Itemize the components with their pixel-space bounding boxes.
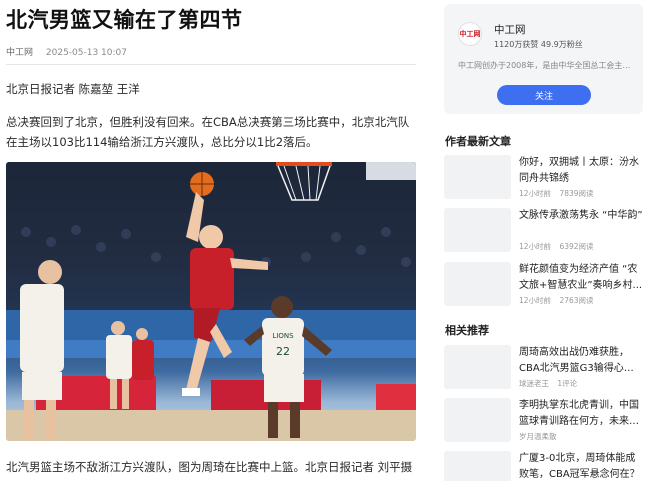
author-card: 中工网 中工网 1120万获赞 49.9万粉丝 中工网创办于2008年，是由中华… — [444, 4, 643, 114]
latest-article-item[interactable]: 鲜花颜值变为经济产值 “农文旅+智慧农业”奏响乡村... 12小时前 2763阅… — [444, 262, 644, 306]
article-date: 2025-05-13 10:07 — [45, 48, 127, 58]
author-avatar[interactable]: 中工网 — [458, 22, 482, 46]
article-thumbnail[interactable] — [444, 208, 511, 252]
latest-article-item[interactable]: 文脉传承激荡隽永 “中华韵” 12小时前 6392阅读 — [444, 208, 644, 252]
article-paragraph: 总决赛回到了北京，但胜利没有回来。在CBA总决赛第三场比赛中，北京北汽队在主场以… — [6, 115, 410, 149]
photo-caption: 北汽男篮主场不敌浙江方兴渡队，图为周琦在比赛中上篮。北京日报记者 刘平摄 — [6, 460, 413, 474]
article-reads: 7839阅读 — [559, 189, 594, 198]
article-thumbnail[interactable] — [444, 451, 511, 481]
article-thumbnail[interactable] — [444, 262, 511, 306]
latest-article-item[interactable]: 你好，双拥城丨太原：汾水同舟共锦绣 12小时前 7839阅读 — [444, 155, 644, 199]
related-article-item[interactable]: 周琦高效出战仍难获胜，CBA北汽男篮G3输得心服口服 球迷老王 1评论 — [444, 345, 644, 389]
article-link-title[interactable]: 李明执掌东北虎青训，中国篮球青训路在何方，未来能否... — [519, 398, 643, 430]
article-info: 12小时前 2763阅读 — [519, 295, 594, 306]
article-time: 12小时前 — [519, 296, 552, 305]
article-link-title[interactable]: 广厦3-0北京，周琦体能成败笔，CBA冠军悬念何在？ — [519, 451, 643, 481]
author-logo-text: 中工网 — [459, 30, 481, 38]
title-divider — [6, 64, 416, 65]
author-stats: 1120万获赞 49.9万粉丝 — [494, 40, 583, 49]
follow-button[interactable]: 关注 — [497, 85, 591, 105]
article-link-title[interactable]: 周琦高效出战仍难获胜，CBA北汽男篮G3输得心服口服 — [519, 345, 643, 377]
article-comments: 1评论 — [557, 379, 578, 388]
article-thumbnail[interactable] — [444, 398, 511, 442]
article-byline: 北京日报记者 陈嘉堃 王洋 — [6, 82, 140, 96]
article-time: 12小时前 — [519, 189, 552, 198]
latest-articles-heading: 作者最新文章 — [445, 135, 511, 148]
related-article-item[interactable]: 李明执掌东北虎青训，中国篮球青训路在何方，未来能否... 岁月温柔散 — [444, 398, 644, 442]
related-heading: 相关推荐 — [445, 324, 489, 337]
article-link-title[interactable]: 文脉传承激荡隽永 “中华韵” — [519, 208, 643, 224]
article-photo[interactable]: 22 LIONS — [6, 162, 416, 441]
article-thumbnail[interactable] — [444, 155, 511, 199]
author-name[interactable]: 中工网 — [494, 22, 526, 37]
article-source[interactable]: 中工网 — [6, 48, 33, 58]
article-link-title[interactable]: 你好，双拥城丨太原：汾水同舟共锦绣 — [519, 155, 643, 187]
article-info: 球迷老王 1评论 — [519, 378, 577, 389]
defender-jersey-team: LIONS — [272, 332, 294, 340]
article-reads: 2763阅读 — [559, 296, 594, 305]
article-info: 12小时前 6392阅读 — [519, 241, 594, 252]
article-link-title[interactable]: 鲜花颜值变为经济产值 “农文旅+智慧农业”奏响乡村... — [519, 262, 643, 294]
article-info: 12小时前 7839阅读 — [519, 188, 594, 199]
article-author[interactable]: 岁月温柔散 — [519, 432, 557, 441]
article-author[interactable]: 球迷老王 — [519, 379, 549, 388]
article-meta: 中工网 2025-05-13 10:07 — [6, 45, 127, 58]
author-description: 中工网创办于2008年，是由中华全国总工会主管... — [458, 61, 633, 70]
article-title: 北汽男篮又输在了第四节 — [6, 8, 243, 32]
related-article-item[interactable]: 广厦3-0北京，周琦体能成败笔，CBA冠军悬念何在？ — [444, 451, 644, 481]
article-time: 12小时前 — [519, 242, 552, 251]
article-reads: 6392阅读 — [559, 242, 594, 251]
article-info: 岁月温柔散 — [519, 431, 557, 442]
article-thumbnail[interactable] — [444, 345, 511, 389]
defender-jersey-number: 22 — [276, 345, 290, 358]
